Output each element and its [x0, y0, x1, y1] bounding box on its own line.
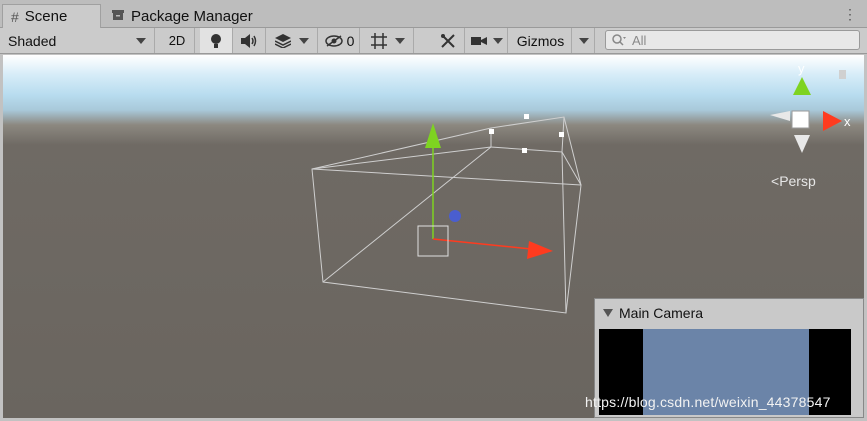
2d-label: 2D — [168, 33, 186, 48]
orient-neg-x-cone[interactable] — [770, 111, 790, 121]
y-axis-arrow[interactable] — [425, 123, 441, 148]
orient-x-label: x — [844, 114, 851, 129]
hidden-count: 0 — [346, 32, 355, 49]
grid-icon: # — [11, 8, 19, 25]
frustum-handles[interactable] — [489, 114, 564, 153]
layers-icon — [274, 33, 291, 48]
camera-frustum — [311, 116, 582, 314]
scene-visibility-toggle[interactable]: 0 — [320, 28, 360, 53]
search-input[interactable]: All — [605, 30, 860, 50]
draw-mode-label: Shaded — [8, 32, 57, 49]
camera-settings-dropdown[interactable] — [466, 28, 508, 53]
orient-neg-y-cone[interactable] — [794, 135, 810, 153]
tab-scene[interactable]: # Scene — [2, 4, 101, 28]
gizmos-dropdown[interactable] — [573, 28, 595, 53]
more-options-icon[interactable]: ⋮ — [843, 6, 857, 23]
tools-button[interactable] — [432, 28, 465, 53]
orient-center-cube[interactable] — [791, 110, 810, 129]
grid-snap-dropdown[interactable] — [362, 28, 414, 53]
grid-icon — [370, 32, 387, 49]
scene-viewport[interactable]: y x <Persp Main Camera — [3, 55, 864, 418]
persp-label: Persp — [779, 173, 816, 189]
effects-dropdown[interactable] — [266, 28, 318, 53]
scene-toolbar: Shaded 2D 0 Gizmos All — [0, 28, 867, 54]
x-axis-arrow[interactable] — [527, 241, 553, 259]
2d-toggle-button[interactable]: 2D — [160, 28, 195, 53]
camera-preview-header[interactable]: Main Camera — [603, 305, 703, 321]
chevron-left-icon: < — [771, 173, 780, 189]
camera-icon — [470, 36, 487, 45]
tab-bar: # Scene Package Manager ⋮ — [0, 0, 867, 28]
speaker-icon — [241, 33, 257, 48]
orientation-gizmo[interactable]: y x — [770, 61, 851, 153]
camera-preview-title: Main Camera — [619, 305, 704, 321]
orient-y-cone[interactable] — [793, 77, 811, 95]
orient-x-cone[interactable] — [823, 111, 842, 131]
tools-icon — [441, 33, 455, 48]
persp-toggle[interactable]: <Persp — [771, 173, 816, 189]
tab-package-manager[interactable]: Package Manager — [103, 4, 273, 28]
orient-y-label: y — [798, 61, 805, 76]
chevron-down-icon — [492, 37, 503, 44]
audio-toggle-button[interactable] — [233, 28, 266, 53]
chevron-down-icon — [578, 37, 589, 44]
chevron-down-icon — [136, 37, 146, 44]
chevron-down-icon — [394, 37, 405, 44]
search-icon — [612, 34, 626, 46]
lightbulb-icon — [211, 33, 221, 48]
search-placeholder: All — [632, 32, 647, 48]
chevron-down-icon — [298, 37, 309, 44]
package-icon — [111, 8, 125, 25]
lighting-toggle-button[interactable] — [200, 28, 233, 53]
lock-icon[interactable] — [839, 70, 846, 79]
draw-mode-dropdown[interactable]: Shaded — [0, 28, 155, 53]
triangle-down-icon — [603, 309, 613, 317]
z-axis-handle[interactable] — [449, 210, 461, 222]
gizmos-button[interactable]: Gizmos — [510, 28, 572, 53]
tab-scene-label: Scene — [24, 8, 68, 25]
gizmos-label: Gizmos — [516, 32, 565, 49]
eye-hidden-icon — [324, 34, 343, 47]
watermark-text: https://blog.csdn.net/weixin_44378547 — [585, 394, 831, 410]
move-gizmo[interactable] — [417, 123, 553, 259]
tab-package-manager-label: Package Manager — [131, 7, 253, 25]
